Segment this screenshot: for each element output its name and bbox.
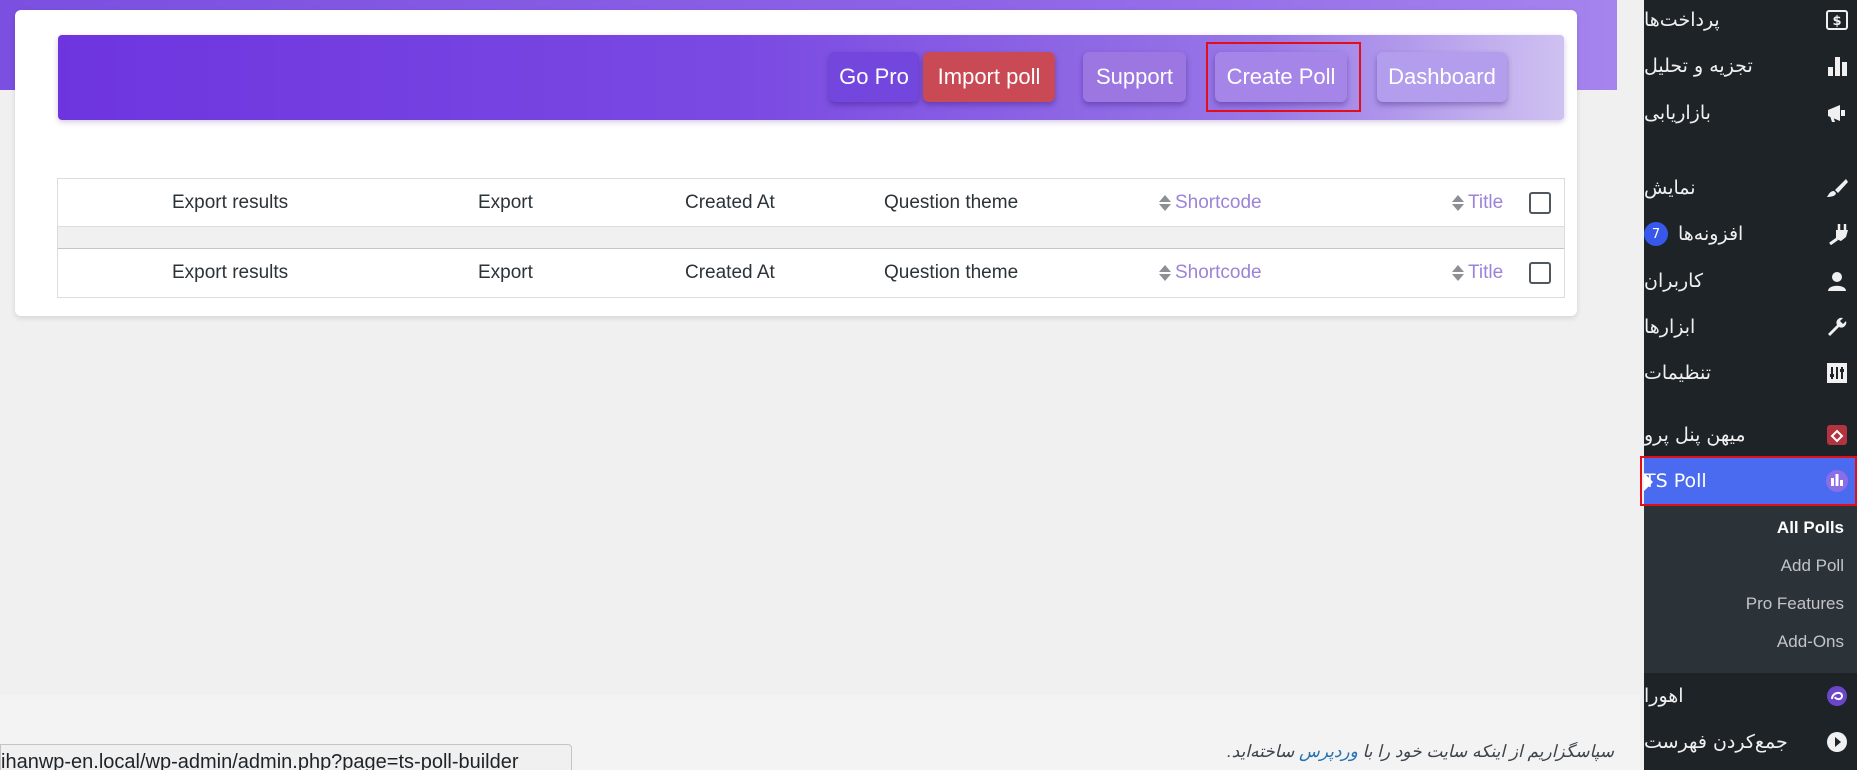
plugin-update-badge: 7: [1644, 222, 1668, 246]
wrench-icon: [1825, 315, 1849, 339]
column-question-theme: Question theme: [884, 262, 1019, 283]
column-export-results: Export results: [172, 192, 289, 213]
footer-text-suffix: ساخته‌اید.: [1226, 742, 1299, 761]
ts-poll-icon: [1825, 469, 1849, 493]
select-all-checkbox[interactable]: [1529, 192, 1551, 214]
table-header-row: Export results Export Created At Questio…: [58, 179, 1564, 227]
submenu-add-ons[interactable]: Add-Ons: [1777, 632, 1844, 652]
column-export: Export: [478, 262, 533, 283]
footer-text-prefix: سپاسگزاریم از اینکه سایت خود را با: [1357, 742, 1614, 761]
submenu-all-polls[interactable]: All Polls: [1777, 518, 1844, 538]
sidebar-item-label: جمع‌کردن فهرست: [1644, 731, 1788, 753]
column-title-sort[interactable]: Title: [1452, 249, 1503, 297]
ahura-icon: [1825, 684, 1849, 708]
submenu-pro-features[interactable]: Pro Features: [1746, 594, 1844, 614]
column-shortcode-label: Shortcode: [1175, 262, 1262, 283]
sidebar-item-tools[interactable]: ابزارها: [1644, 304, 1857, 350]
table-empty-body: [58, 227, 1564, 249]
content-card: Go Pro Import poll Support Create Poll D…: [15, 10, 1577, 316]
status-bar-url: ihanwp-en.local/wp-admin/admin.php?page=…: [0, 744, 572, 770]
bar-chart-icon: [1825, 54, 1849, 78]
sort-icon: [1159, 265, 1171, 281]
sidebar-item-settings[interactable]: تنظیمات: [1644, 350, 1857, 396]
column-export-results: Export results: [172, 262, 289, 283]
sidebar-item-label: کاربران: [1644, 270, 1704, 292]
column-created-at: Created At: [685, 262, 775, 283]
sidebar-item-ahura[interactable]: اهورا: [1644, 673, 1857, 719]
settings-icon: [1825, 361, 1849, 385]
sidebar-item-label: تنظیمات: [1644, 362, 1712, 384]
sidebar-item-label: ابزارها: [1644, 316, 1696, 338]
column-created-at: Created At: [685, 192, 775, 213]
sort-icon: [1159, 195, 1171, 211]
go-pro-button[interactable]: Go Pro: [829, 52, 919, 102]
sidebar-item-payments[interactable]: $ پرداخت‌ها: [1644, 0, 1857, 43]
column-shortcode-label: Shortcode: [1175, 192, 1262, 213]
sidebar-item-label: پرداخت‌ها: [1644, 9, 1720, 31]
ts-poll-submenu: All Polls Add Poll Pro Features Add-Ons: [1644, 506, 1857, 673]
sidebar-item-label: افزونه‌ها: [1678, 223, 1744, 245]
sidebar-item-label: بازاریابی: [1644, 102, 1711, 124]
sidebar-item-label: نمایش: [1644, 177, 1696, 199]
megaphone-icon: [1825, 101, 1849, 125]
sidebar-item-label: اهورا: [1644, 685, 1684, 707]
polls-table: Export results Export Created At Questio…: [57, 178, 1565, 298]
plugin-icon: [1825, 222, 1849, 246]
sidebar-item-mihan-panel[interactable]: میهن پنل پرو: [1644, 412, 1857, 458]
sidebar-item-label: میهن پنل پرو: [1644, 424, 1746, 446]
select-all-checkbox-footer[interactable]: [1529, 262, 1551, 284]
sidebar-item-ts-poll[interactable]: TS Poll: [1644, 458, 1857, 504]
sidebar-item-label: TS Poll: [1644, 470, 1707, 492]
main-content: Go Pro Import poll Support Create Poll D…: [0, 0, 1640, 770]
sort-icon: [1452, 195, 1464, 211]
column-shortcode-sort[interactable]: Shortcode: [1159, 249, 1262, 297]
sidebar-item-marketing[interactable]: بازاریابی: [1644, 90, 1857, 136]
column-export: Export: [478, 192, 533, 213]
import-poll-button[interactable]: Import poll: [923, 52, 1055, 102]
mihan-panel-icon: [1825, 423, 1849, 447]
column-title-label: Title: [1468, 262, 1504, 283]
footer-thanks: سپاسگزاریم از اینکه سایت خود را با وردپر…: [1227, 742, 1614, 762]
svg-text:$: $: [1832, 14, 1841, 29]
dollar-icon: $: [1825, 8, 1849, 32]
collapse-icon: [1825, 730, 1849, 754]
sort-icon: [1452, 265, 1464, 281]
column-title-sort[interactable]: Title: [1452, 179, 1503, 227]
column-question-theme: Question theme: [884, 192, 1019, 213]
dashboard-button[interactable]: Dashboard: [1377, 52, 1507, 102]
submenu-add-poll[interactable]: Add Poll: [1781, 556, 1844, 576]
sidebar-item-plugins[interactable]: افزونه‌ها 7: [1644, 211, 1857, 257]
sidebar-item-analytics[interactable]: تجزیه و تحلیل: [1644, 43, 1857, 89]
user-icon: [1825, 269, 1849, 293]
brush-icon: [1825, 176, 1849, 200]
sidebar-collapse-menu[interactable]: جمع‌کردن فهرست: [1644, 719, 1857, 765]
create-poll-button[interactable]: Create Poll: [1215, 52, 1347, 102]
support-button[interactable]: Support: [1083, 52, 1186, 102]
sidebar-item-users[interactable]: کاربران: [1644, 258, 1857, 304]
admin-sidebar: $ پرداخت‌ها تجزیه و تحلیل بازاریابی نمای…: [1644, 0, 1857, 770]
sidebar-item-appearance[interactable]: نمایش: [1644, 165, 1857, 211]
active-indicator: [1644, 473, 1653, 491]
sidebar-item-label: تجزیه و تحلیل: [1644, 55, 1753, 77]
wordpress-link[interactable]: وردپرس: [1299, 742, 1358, 761]
column-title-label: Title: [1468, 192, 1504, 213]
table-footer-row: Export results Export Created At Questio…: [58, 249, 1564, 297]
column-shortcode-sort[interactable]: Shortcode: [1159, 179, 1262, 227]
